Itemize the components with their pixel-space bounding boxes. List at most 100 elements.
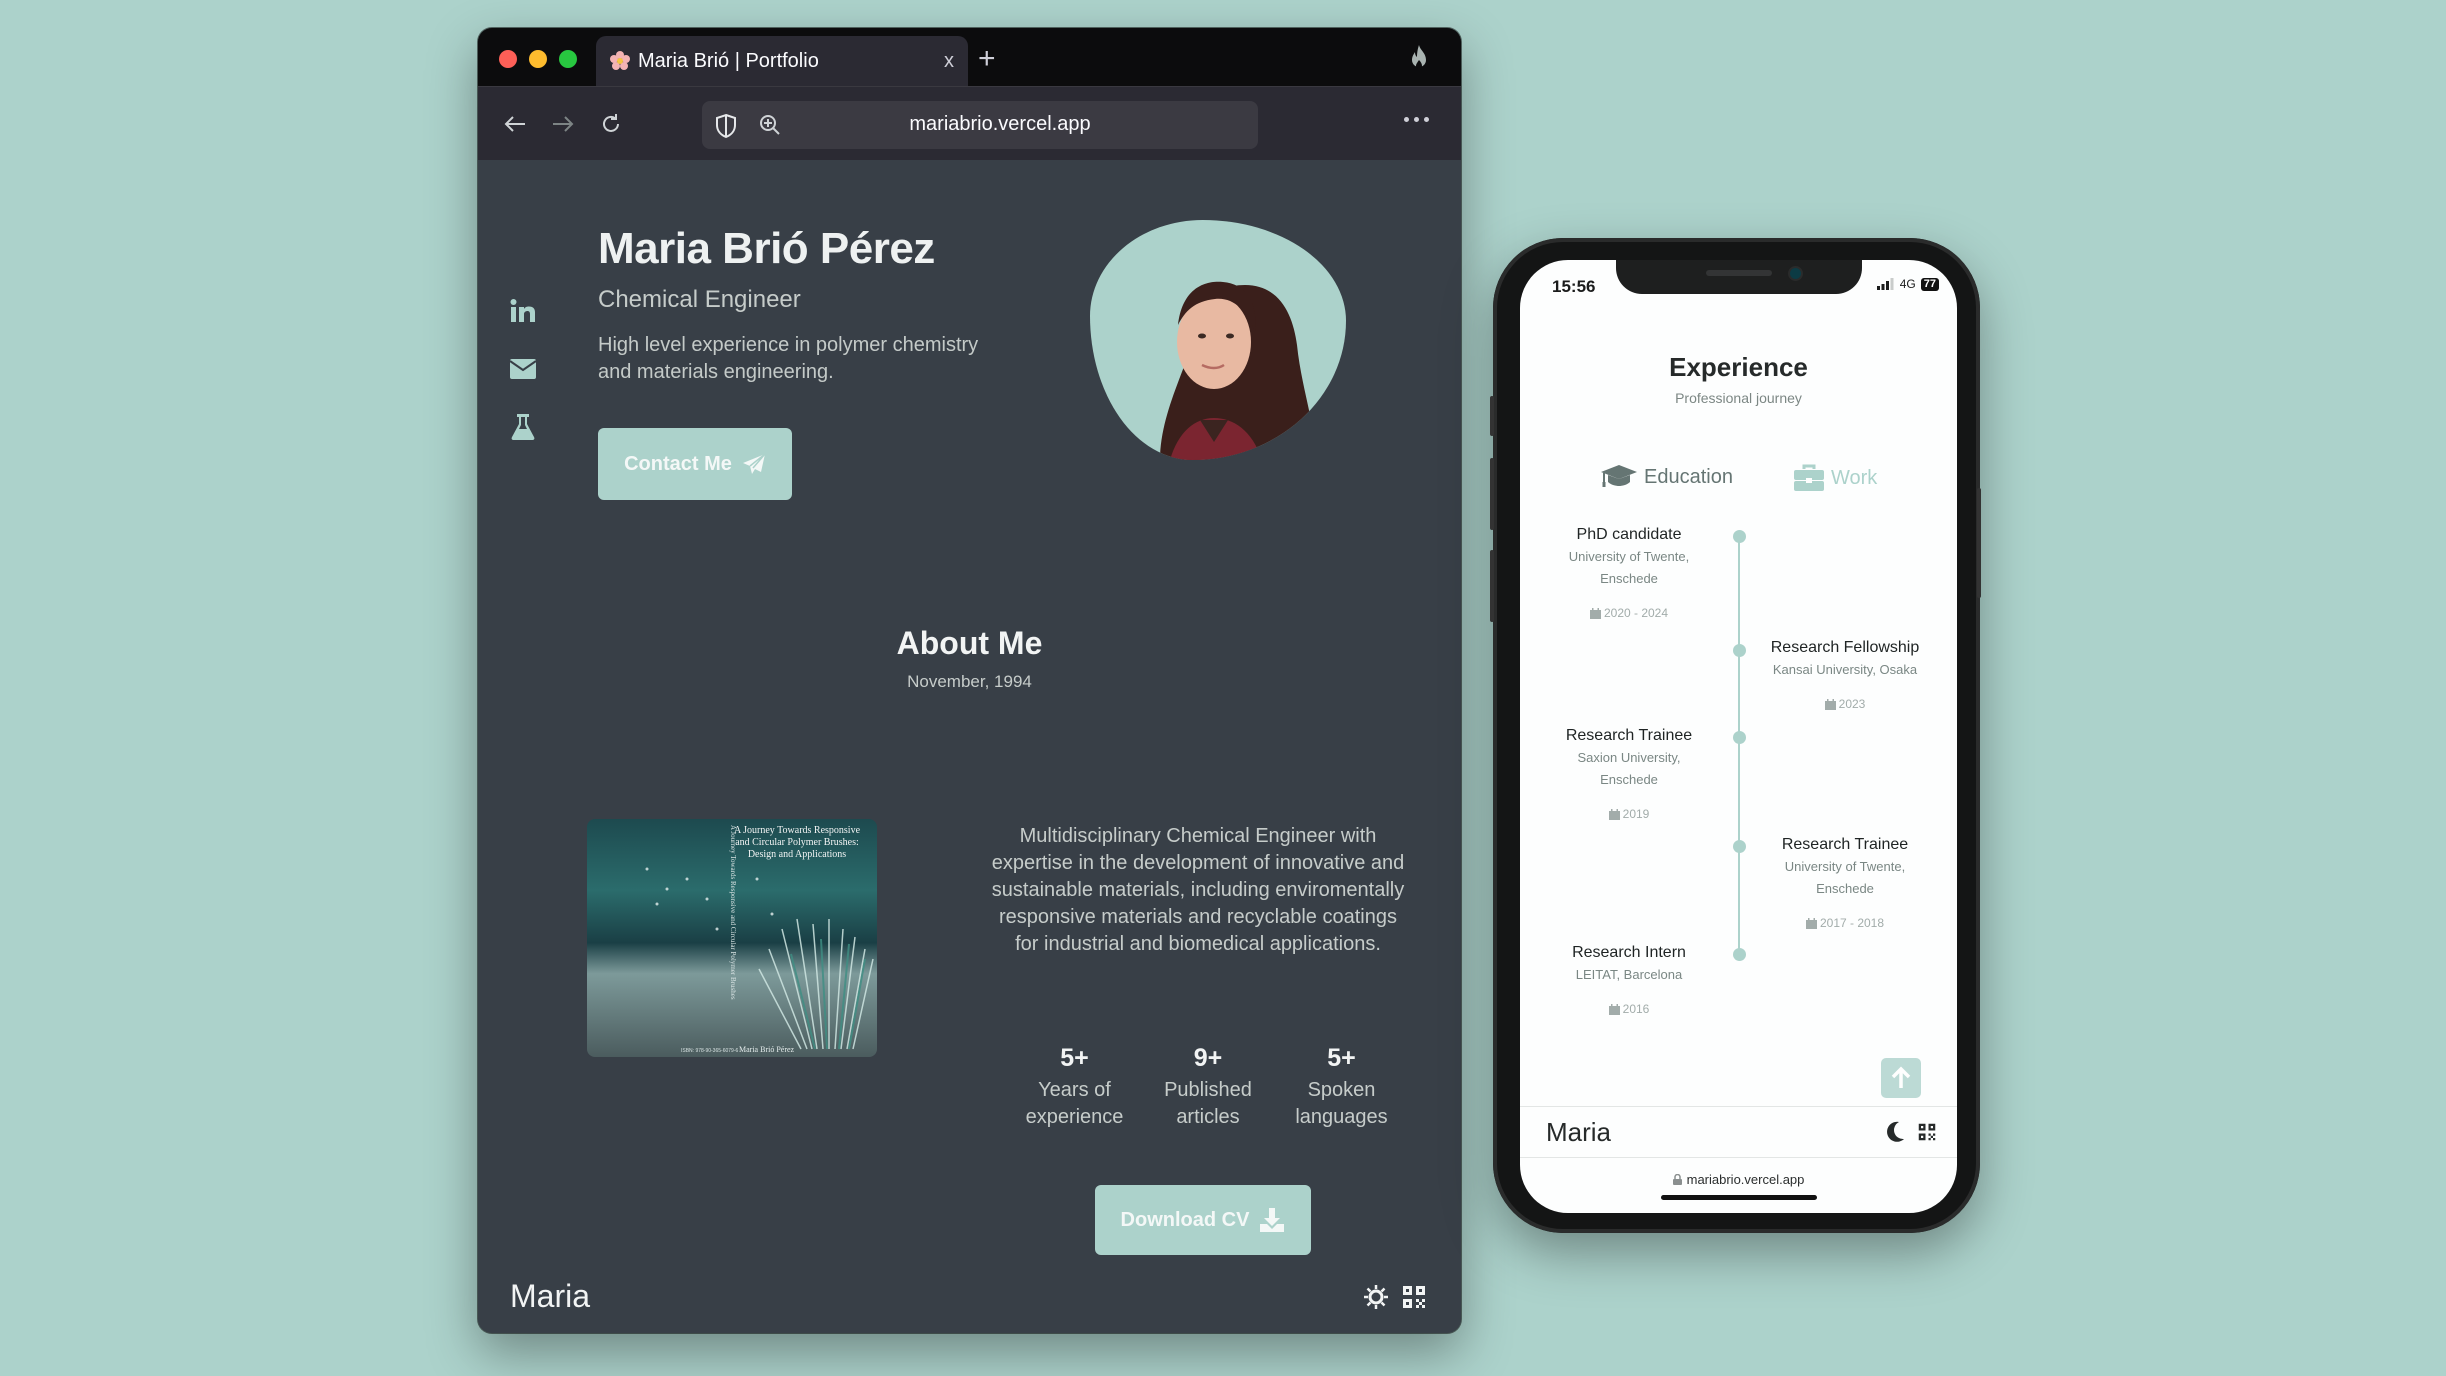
phone-screen: 15:56 4G 77 Experience Professional jour… [1520, 260, 1957, 1213]
timeline-place: LEITAT, Barcelona [1575, 967, 1683, 982]
timeline-title: Research Fellowship [1770, 639, 1920, 656]
contact-me-button[interactable]: Contact Me [598, 428, 792, 500]
download-cv-button[interactable]: Download CV [1095, 1185, 1311, 1255]
timeline-dot [1733, 948, 1746, 961]
timeline-dot [1733, 530, 1746, 543]
stats-row: 5+ Years of experience 9+ Published articl… [1008, 1044, 1408, 1131]
scroll-to-top-button[interactable] [1881, 1058, 1921, 1098]
back-button[interactable] [500, 109, 530, 139]
battery-indicator: 77 [1920, 277, 1939, 291]
more-horizontal-icon[interactable] [1404, 117, 1429, 122]
notch [1616, 260, 1862, 294]
stat-articles: 9+ Published articles [1142, 1044, 1275, 1131]
fire-icon[interactable] [1407, 44, 1431, 77]
timeline-place: University of Twente, Enschede [1568, 549, 1690, 586]
status-indicators: 4G 77 [1876, 277, 1939, 291]
graduation-cap-icon [1601, 465, 1637, 487]
tab-work[interactable]: Work [1793, 464, 1877, 492]
front-camera [1790, 268, 1801, 279]
network-type: 4G [1899, 277, 1916, 291]
reload-icon [603, 114, 619, 132]
browser-toolbar: mariabrio.vercel.app [478, 86, 1461, 160]
timeline-date: 2019 [1534, 807, 1724, 821]
book-spine-text: A Journey Towards Responsive and Circula… [729, 825, 737, 1000]
contact-me-label: Contact Me [624, 452, 732, 475]
calendar-icon [1589, 607, 1601, 619]
timeline-date: 2017 - 2018 [1740, 916, 1950, 930]
volume-down-button [1490, 550, 1494, 622]
timeline-date: 2020 - 2024 [1534, 606, 1724, 620]
flask-icon[interactable] [508, 412, 538, 442]
cherry-blossom-icon [608, 49, 632, 73]
timeline-place: Saxion University, Enschede [1577, 750, 1681, 787]
new-tab-button[interactable]: + [978, 42, 996, 76]
download-icon [1260, 1208, 1285, 1232]
hero-name: Maria Brió Pérez [598, 224, 935, 273]
stat-value: 5+ [1060, 1044, 1089, 1072]
arrow-right-icon [553, 116, 574, 132]
book-isbn: ISBN: 978-90-365-6079-6 [681, 1048, 739, 1054]
forward-button[interactable] [548, 109, 578, 139]
phone-frame: 15:56 4G 77 Experience Professional jour… [1490, 238, 1981, 1233]
phone-address-bar[interactable]: mariabrio.vercel.app [1520, 1172, 1957, 1187]
sun-icon[interactable] [1362, 1283, 1390, 1311]
timeline-title: Research Trainee [1781, 836, 1909, 853]
timeline-item: Research Trainee Saxion University, Ensch… [1534, 727, 1724, 821]
timeline-dot [1733, 731, 1746, 744]
signal-icon [1876, 278, 1894, 290]
timeline-date: 2016 [1534, 1002, 1724, 1016]
stat-languages: 5+ Spoken languages [1275, 1044, 1408, 1131]
linkedin-icon[interactable] [508, 296, 538, 326]
about-date: November, 1994 [907, 672, 1032, 691]
address-bar[interactable]: mariabrio.vercel.app [702, 101, 1258, 149]
timeline-place: Kansai University, Osaka [1772, 662, 1918, 677]
tab-education-label: Education [1644, 465, 1733, 488]
timeline-item: Research Trainee University of Twente, En… [1740, 836, 1950, 930]
about-title: About Me [896, 625, 1043, 661]
lock-icon [1672, 1174, 1682, 1185]
timeline-date: 2023 [1740, 697, 1950, 711]
power-button [1977, 488, 1981, 598]
book-title: A Journey Towards Responsive and Circula… [733, 825, 861, 860]
stat-experience: 5+ Years of experience [1008, 1044, 1141, 1131]
calendar-icon [1805, 917, 1817, 929]
stat-label: Years of experience [1025, 1079, 1124, 1128]
tab-portfolio[interactable]: Maria Brió | Portfolio x [596, 36, 968, 86]
tab-title: Maria Brió | Portfolio [638, 49, 819, 72]
experience-subtitle: Professional journey [1675, 390, 1802, 406]
timeline-item: PhD candidate University of Twente, Ensch… [1534, 526, 1724, 620]
email-icon[interactable] [508, 354, 538, 384]
about-text: Multidisciplinary Chemical Engineer with… [991, 825, 1405, 955]
minimize-window-button[interactable] [529, 50, 547, 68]
calendar-icon [1608, 1003, 1620, 1015]
phone-footer: Maria [1520, 1106, 1957, 1158]
arrow-left-icon [504, 116, 525, 132]
tab-education[interactable]: Education [1600, 464, 1733, 490]
reload-button[interactable] [596, 109, 626, 139]
timeline-item: Research Fellowship Kansai University, O… [1740, 639, 1950, 711]
phone-footer-logo[interactable]: Maria [1546, 1117, 1611, 1148]
tab-bar: Maria Brió | Portfolio x + [478, 28, 1461, 86]
calendar-icon [1824, 698, 1836, 710]
speaker [1706, 270, 1772, 276]
timeline-title: Research Intern [1572, 944, 1686, 961]
calendar-icon [1608, 808, 1620, 820]
home-indicator[interactable] [1661, 1195, 1817, 1200]
moon-icon[interactable] [1884, 1121, 1906, 1143]
browser-window: Maria Brió | Portfolio x + mariabrio.ver… [478, 28, 1461, 1333]
timeline-item: Research Intern LEITAT, Barcelona 2016 [1534, 944, 1724, 1016]
timeline-title: Research Trainee [1565, 727, 1693, 744]
stat-label: Published articles [1164, 1079, 1252, 1128]
qr-code-icon[interactable] [1916, 1121, 1938, 1143]
mute-switch [1490, 396, 1494, 436]
tab-close-button[interactable]: x [944, 50, 954, 73]
qr-code-icon[interactable] [1400, 1283, 1428, 1311]
maximize-window-button[interactable] [559, 50, 577, 68]
footer-logo[interactable]: Maria [510, 1278, 590, 1315]
profile-photo [1090, 220, 1346, 460]
book-cover-image: A Journey Towards Responsive and Circula… [587, 819, 877, 1057]
close-window-button[interactable] [499, 50, 517, 68]
tab-work-label: Work [1831, 466, 1878, 489]
book-author: Maria Brió Pérez [739, 1045, 795, 1054]
url-text[interactable]: mariabrio.vercel.app [702, 113, 1258, 136]
